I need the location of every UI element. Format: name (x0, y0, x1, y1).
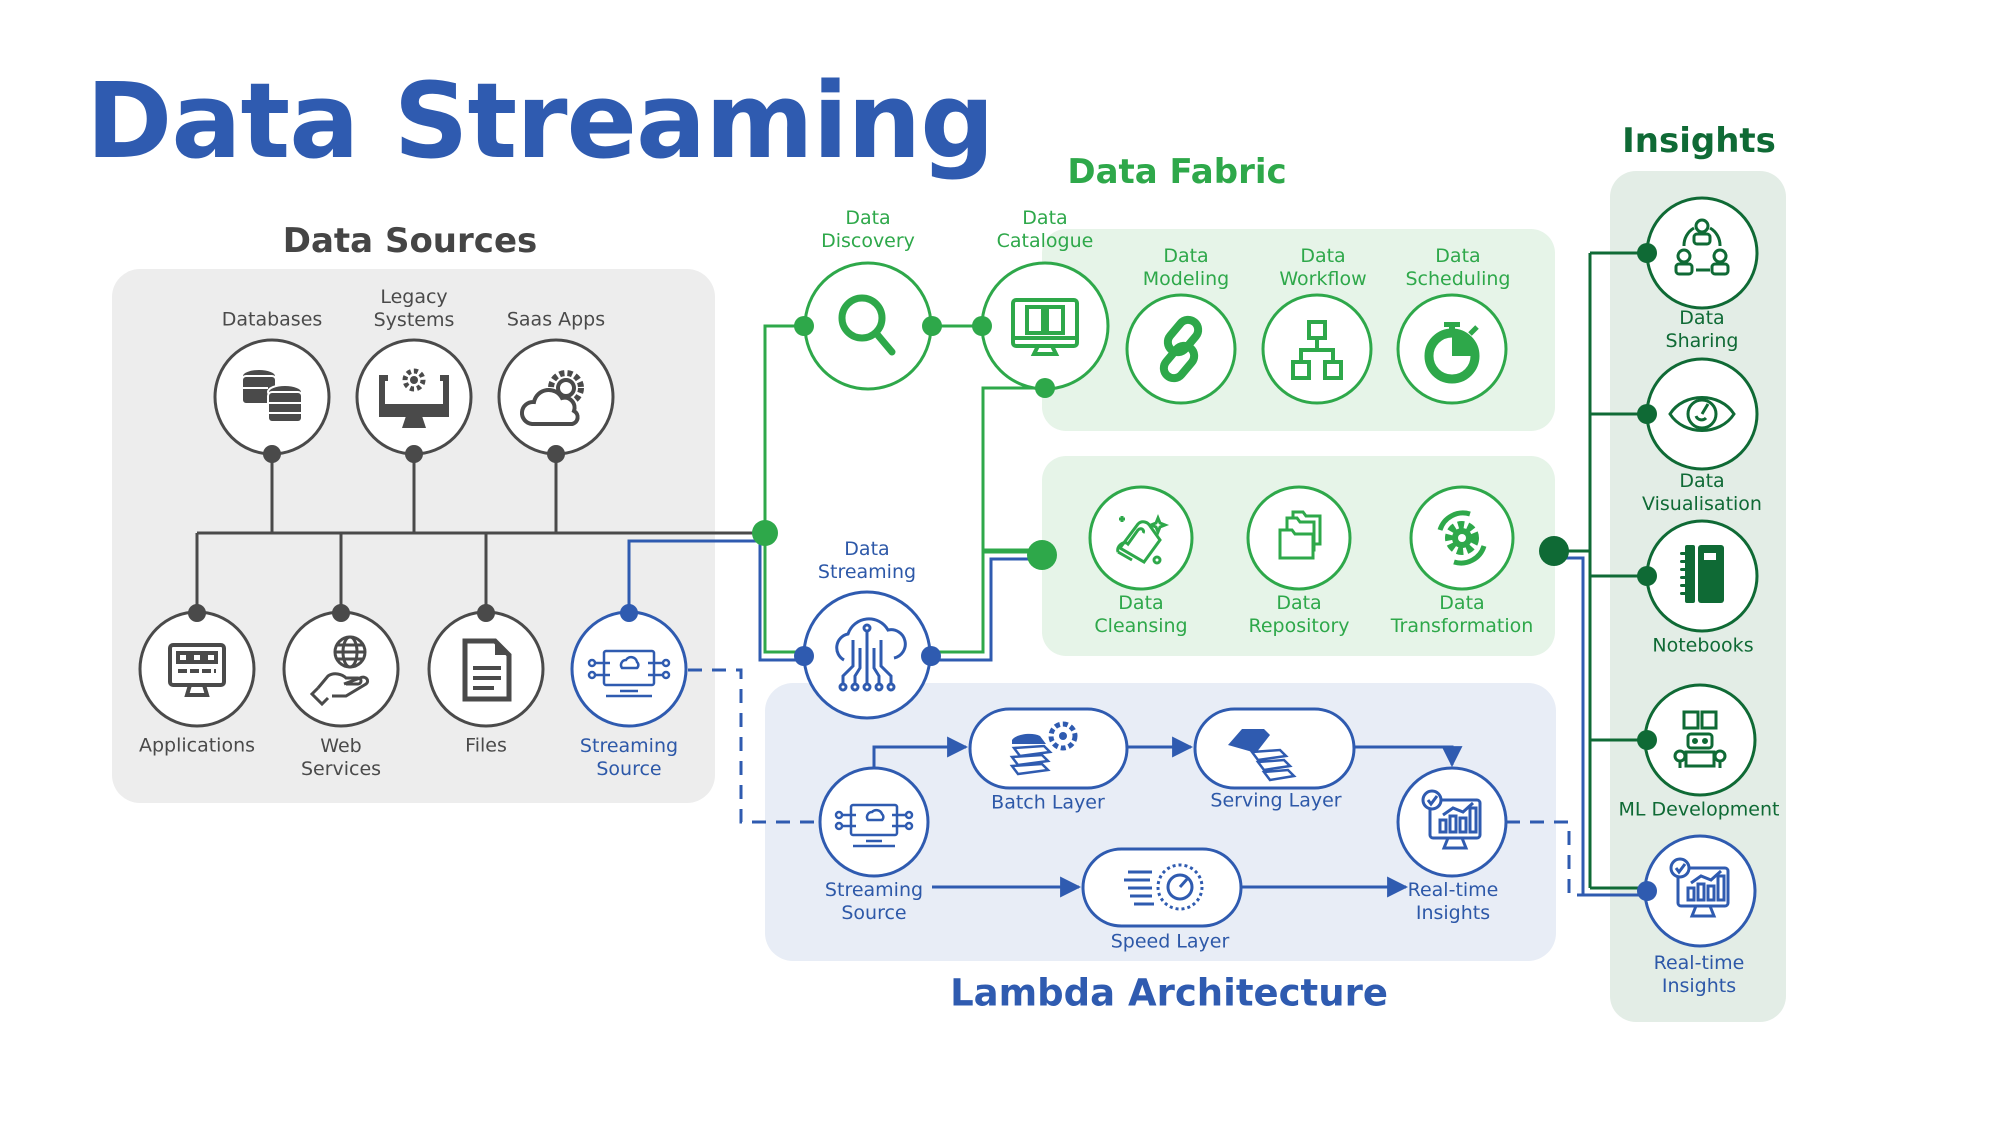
label-applications: Applications (138, 734, 256, 757)
label-speed-layer: Speed Layer (1110, 930, 1230, 953)
label-batch-layer: Batch Layer (991, 791, 1105, 814)
node-lambda-realtime-insights[interactable] (1396, 766, 1508, 878)
insights-heading: Insights (1622, 121, 1776, 161)
node-data-workflow[interactable] (1261, 293, 1373, 405)
label-data-scheduling: Data Scheduling (1405, 245, 1511, 290)
label-data-streaming: Data Streaming (817, 538, 917, 583)
node-data-repository[interactable] (1246, 485, 1352, 591)
label-streaming-source: Streaming Source (579, 735, 679, 780)
label-lambda-realtime-insights: Real-time Insights (1407, 879, 1499, 924)
data-sources-heading: Data Sources (282, 221, 538, 261)
lambda-heading: Lambda Architecture (950, 971, 1388, 1015)
node-serving-layer[interactable] (1193, 707, 1356, 790)
label-data-discovery: Data Discovery (821, 207, 915, 252)
node-data-transformation[interactable] (1409, 485, 1515, 591)
node-data-cleansing[interactable] (1088, 485, 1194, 591)
notebook-icon (1680, 545, 1724, 603)
label-insights-realtime: Real-time Insights (1653, 952, 1745, 997)
label-data-repository: Data Repository (1248, 592, 1350, 637)
node-data-discovery[interactable] (794, 261, 942, 391)
label-saas-apps: Saas Apps (506, 308, 606, 331)
label-legacy-systems: Legacy Systems (373, 286, 455, 331)
page-title: Data Streaming (86, 60, 995, 182)
fabric-row2-dot (1027, 540, 1057, 570)
folders-icon (1278, 510, 1322, 560)
node-lambda-streaming-source[interactable] (818, 766, 930, 878)
label-data-visualisation: Data Visualisation (1642, 470, 1762, 515)
node-data-modeling[interactable] (1125, 293, 1237, 405)
label-data-sharing: Data Sharing (1665, 307, 1739, 352)
label-databases: Databases (221, 308, 323, 331)
data-fabric-heading: Data Fabric (1067, 152, 1287, 192)
label-ml-development: ML Development (1618, 798, 1780, 821)
label-lambda-streaming-source: Streaming Source (824, 879, 924, 924)
label-serving-layer: Serving Layer (1210, 789, 1342, 812)
label-files: Files (465, 734, 507, 757)
node-speed-layer[interactable] (1081, 847, 1243, 928)
fabric-output-dot (1539, 536, 1569, 566)
label-web-services: Web Services (300, 735, 382, 780)
label-notebooks: Notebooks (1652, 634, 1754, 657)
label-data-cleansing: Data Cleansing (1094, 592, 1188, 637)
node-batch-layer[interactable] (968, 707, 1129, 790)
label-data-modeling: Data Modeling (1142, 245, 1230, 290)
label-data-transformation: Data Transformation (1390, 592, 1534, 637)
label-data-catalogue: Data Catalogue (996, 207, 1094, 252)
node-data-scheduling[interactable] (1396, 293, 1508, 405)
label-data-workflow: Data Workflow (1279, 245, 1367, 290)
sources-junction (752, 520, 778, 546)
